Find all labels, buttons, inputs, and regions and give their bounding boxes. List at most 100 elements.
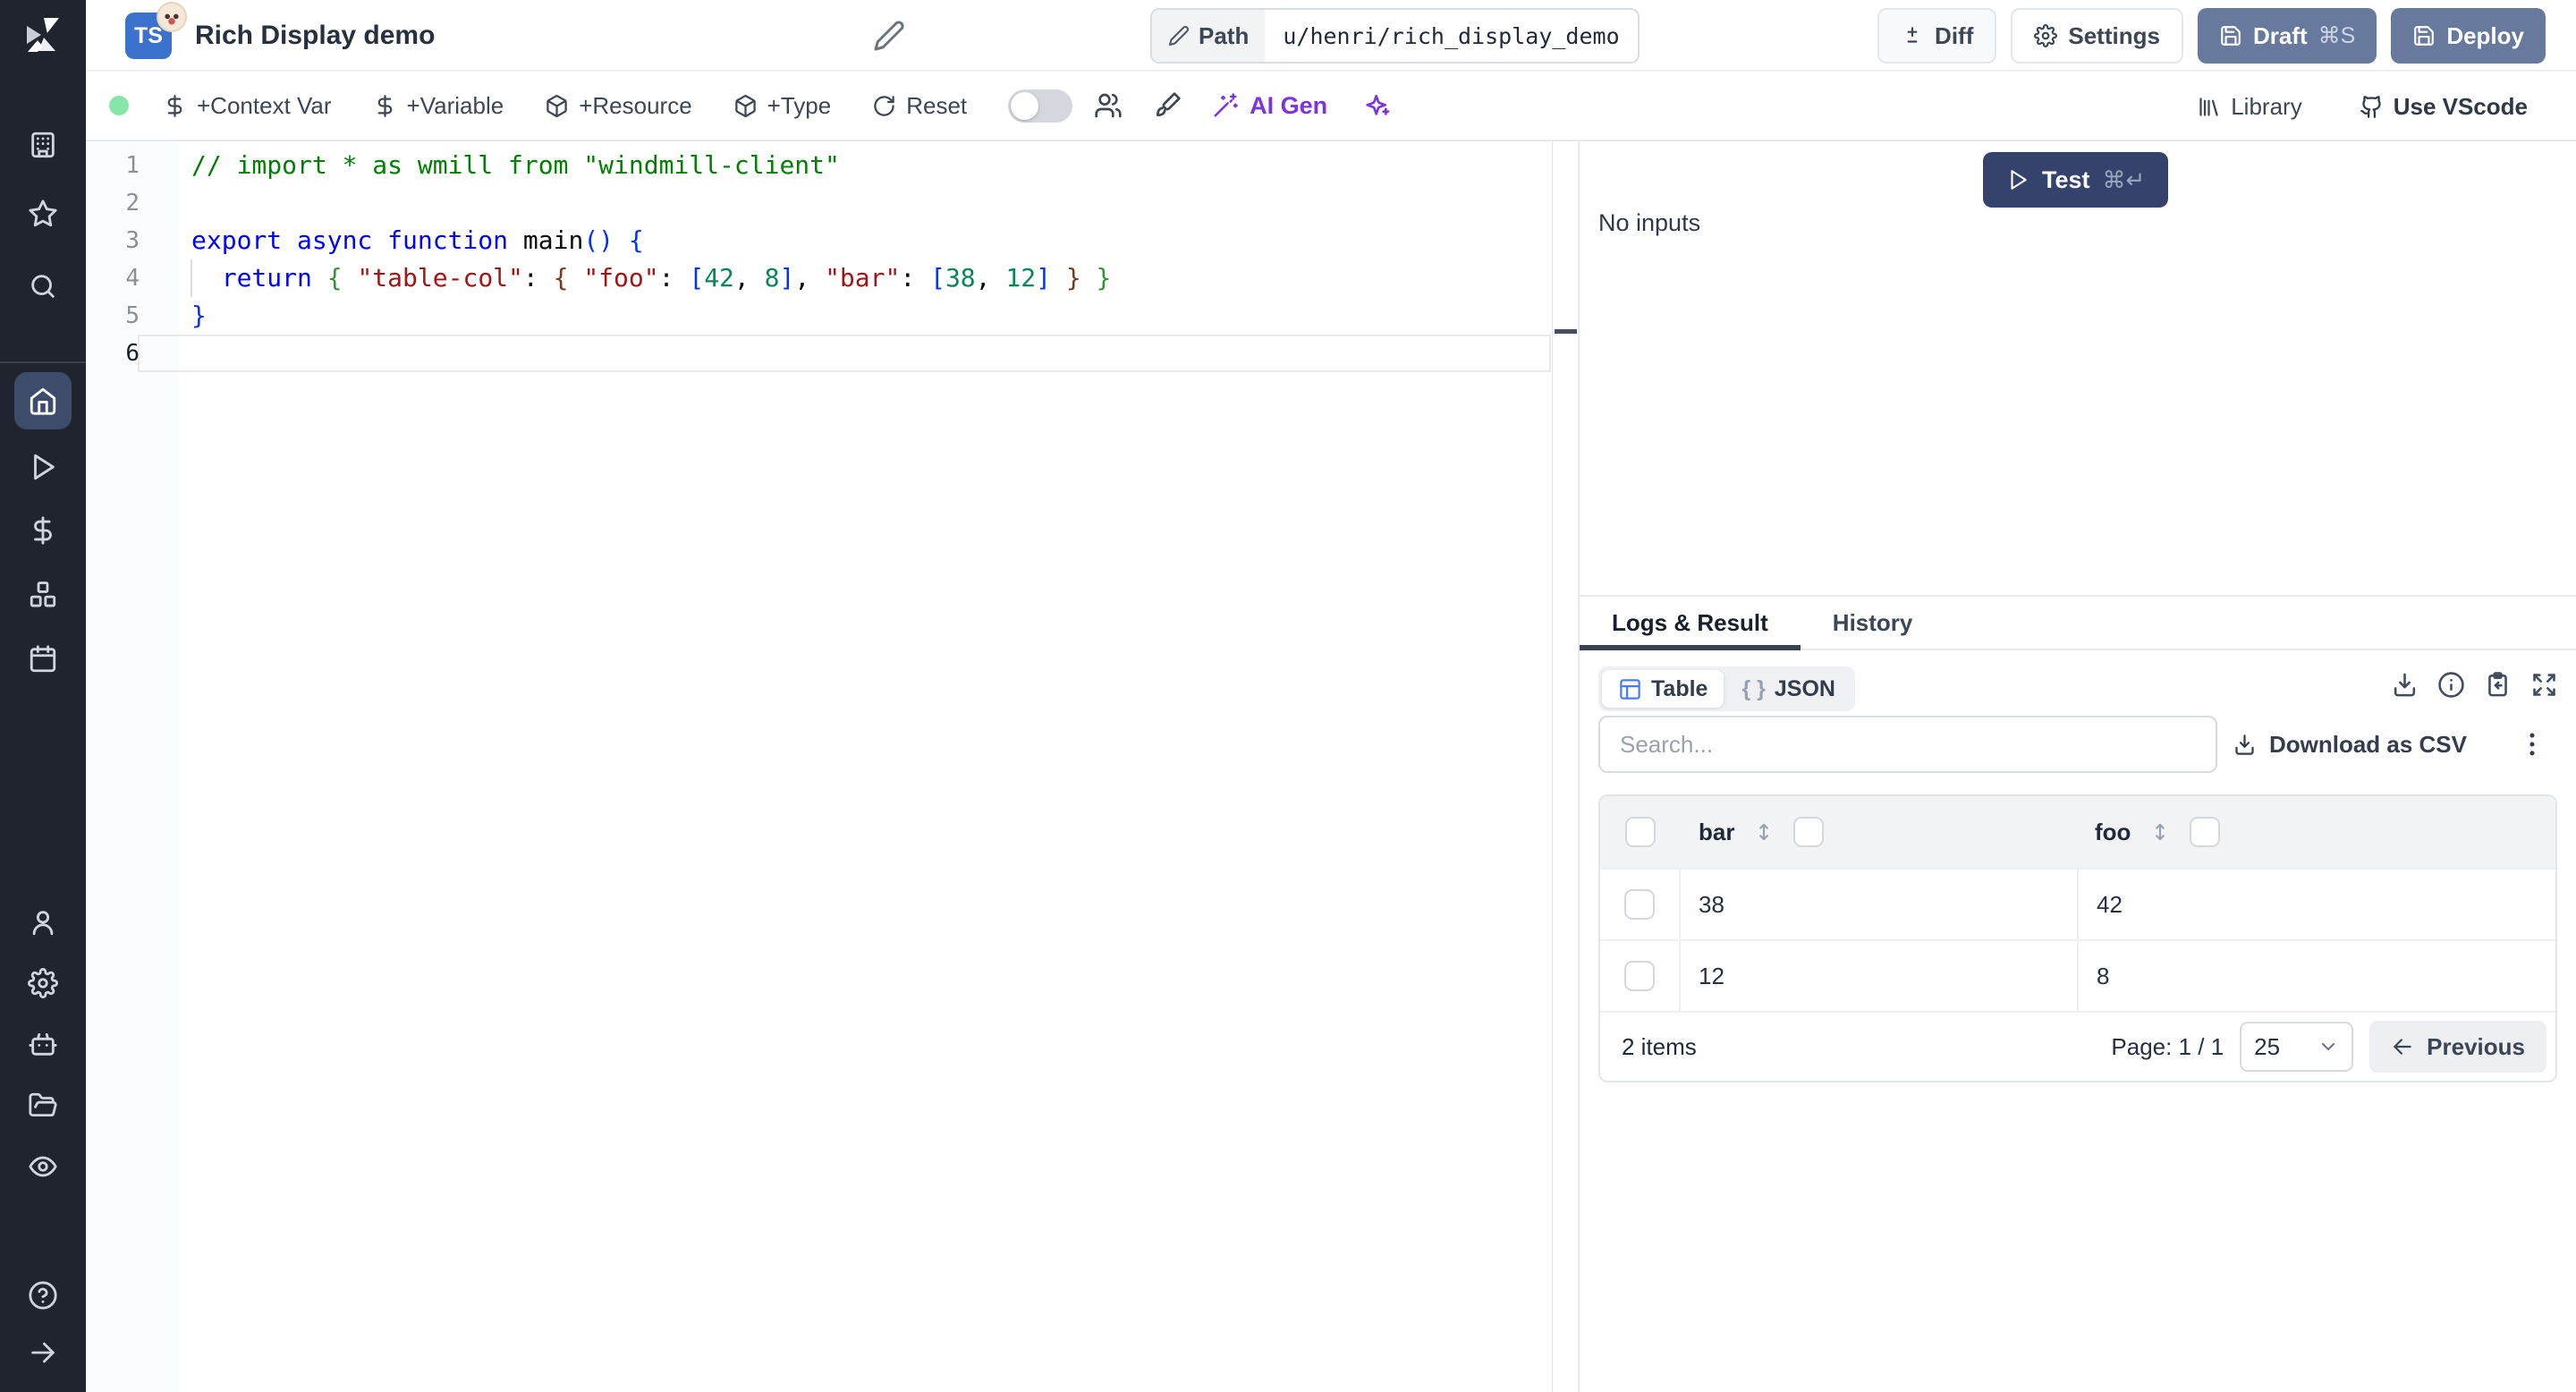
info-icon[interactable]	[2437, 671, 2465, 699]
column-checkbox[interactable]	[1793, 817, 1825, 847]
previous-page-button[interactable]: Previous	[2369, 1021, 2546, 1073]
tab-history-label: History	[1832, 608, 1913, 636]
home-icon	[28, 386, 58, 416]
runs-play-icon[interactable]	[28, 452, 58, 482]
editor-scrollbar[interactable]	[1552, 141, 1553, 1392]
ai-gen-button[interactable]: AI Gen	[1212, 92, 1327, 120]
no-inputs-text: No inputs	[1598, 209, 1701, 236]
deploy-button[interactable]: Deploy	[2391, 8, 2546, 64]
tab-history[interactable]: History	[1801, 597, 1945, 649]
code-line: }	[191, 301, 207, 330]
use-vscode-button[interactable]: Use VScode	[2360, 93, 2528, 121]
pagination: Page: 1 / 1 25 Previous	[2111, 1021, 2546, 1073]
search-icon[interactable]	[28, 271, 58, 301]
select-all-checkbox[interactable]	[1625, 817, 1656, 847]
library-button[interactable]: Library	[2197, 92, 2302, 121]
download-icon	[2233, 733, 2257, 757]
edit-summary-pencil-icon[interactable]	[873, 20, 905, 52]
audit-eye-icon[interactable]	[28, 1151, 58, 1182]
edit-path-pencil-icon	[1168, 25, 1190, 47]
page-size-select[interactable]: 25	[2240, 1022, 2354, 1072]
resources-boxes-icon[interactable]	[28, 580, 58, 610]
test-button[interactable]: Test ⌘↵	[1983, 152, 2169, 208]
row-checkbox[interactable]	[1624, 961, 1655, 991]
toolbar-right: Library Use VScode	[2197, 72, 2528, 141]
add-context-var-button[interactable]: +Context Var	[163, 92, 332, 120]
windmill-logo-icon[interactable]	[21, 14, 64, 57]
schedules-calendar-icon[interactable]	[28, 644, 58, 675]
path-chip[interactable]: Path	[1152, 10, 1266, 62]
download-csv-label: Download as CSV	[2268, 730, 2467, 758]
workers-robot-icon[interactable]	[28, 1029, 58, 1059]
add-variable-label: +Variable	[406, 91, 504, 119]
line-number: 4	[125, 265, 140, 292]
result-actions	[2391, 671, 2558, 699]
page-title: Rich Display demo	[195, 21, 436, 50]
table-cell: 12	[1699, 962, 1724, 989]
table-cell: 8	[2077, 941, 2555, 1011]
view-json-button[interactable]: { } JSON	[1725, 670, 1852, 708]
download-result-icon[interactable]	[2391, 671, 2419, 699]
diff-button[interactable]: Diff	[1877, 8, 1997, 64]
folders-icon[interactable]	[28, 1091, 58, 1121]
add-variable-button[interactable]: +Variable	[373, 92, 504, 120]
overview-cursor-marker	[1555, 329, 1577, 334]
code-editor[interactable]: 1 // import * as wmill from "windmill-cli…	[86, 141, 1578, 1392]
sidebar-item-home[interactable]	[14, 372, 72, 429]
user-icon[interactable]	[28, 907, 58, 938]
variables-dollar-icon[interactable]	[28, 515, 58, 546]
header-check-cell	[1600, 796, 1681, 868]
tab-logs-result-label: Logs & Result	[1612, 608, 1768, 636]
settings-gear-icon[interactable]	[28, 968, 58, 998]
test-label: Test	[2042, 166, 2090, 193]
table-body: 38 42 12 8	[1600, 868, 2555, 1011]
table-cell: 38	[1699, 890, 1724, 918]
users-icon[interactable]	[1094, 91, 1123, 120]
building-icon[interactable]	[28, 130, 58, 160]
expand-sidebar-arrow-icon[interactable]	[28, 1337, 58, 1368]
column-label: foo	[2095, 818, 2131, 845]
diff-icon	[1901, 24, 1924, 47]
settings-button[interactable]: Settings	[2011, 8, 2183, 64]
multiplayer-toggle[interactable]	[1008, 89, 1073, 123]
row-checkbox[interactable]	[1624, 889, 1655, 920]
view-json-label: JSON	[1774, 675, 1835, 701]
table-menu-kebab-icon[interactable]	[2517, 726, 2547, 762]
active-tab-underline	[1580, 645, 1801, 650]
status-dot	[109, 96, 129, 115]
line-number: 1	[125, 152, 140, 179]
right-panel: Test ⌘↵ No inputs Logs & Result History …	[1580, 141, 2576, 1392]
add-type-button[interactable]: +Type	[733, 91, 832, 120]
tab-logs-result[interactable]: Logs & Result	[1580, 597, 1801, 650]
save-icon	[2412, 24, 2436, 47]
star-icon[interactable]	[28, 199, 58, 229]
sparkles-icon[interactable]	[1363, 91, 1392, 120]
search-input[interactable]	[1598, 716, 2217, 773]
reset-button[interactable]: Reset	[872, 92, 967, 120]
sort-icon[interactable]	[2148, 820, 2172, 844]
expand-icon[interactable]	[2530, 671, 2558, 699]
add-type-label: +Type	[767, 91, 832, 119]
column-checkbox[interactable]	[2190, 817, 2221, 847]
copy-clipboard-icon[interactable]	[2484, 671, 2512, 699]
dollar-icon	[163, 94, 187, 118]
line-number: 6	[125, 340, 140, 367]
page-indicator: Page: 1 / 1	[2111, 1032, 2224, 1060]
view-table-button[interactable]: Table	[1602, 670, 1724, 708]
sort-icon[interactable]	[1752, 820, 1775, 844]
rotate-icon	[872, 94, 896, 118]
format-paintbrush-icon[interactable]	[1153, 91, 1182, 120]
download-csv-button[interactable]: Download as CSV	[2233, 716, 2467, 773]
table-row[interactable]: 12 8	[1600, 939, 2555, 1011]
help-icon[interactable]	[28, 1280, 58, 1311]
path-field[interactable]: Path u/henri/rich_display_demo	[1150, 8, 1640, 64]
column-header-bar: bar	[1681, 796, 2077, 868]
code-line: // import * as wmill from "windmill-clie…	[191, 150, 840, 180]
add-resource-button[interactable]: +Resource	[545, 92, 692, 120]
table-row[interactable]: 38 42	[1600, 868, 2555, 939]
library-label: Library	[2231, 92, 2302, 120]
reset-label: Reset	[906, 91, 968, 119]
items-count: 2 items	[1622, 1032, 1697, 1060]
dollar-icon	[373, 94, 397, 118]
draft-button[interactable]: Draft ⌘S	[2197, 8, 2377, 64]
